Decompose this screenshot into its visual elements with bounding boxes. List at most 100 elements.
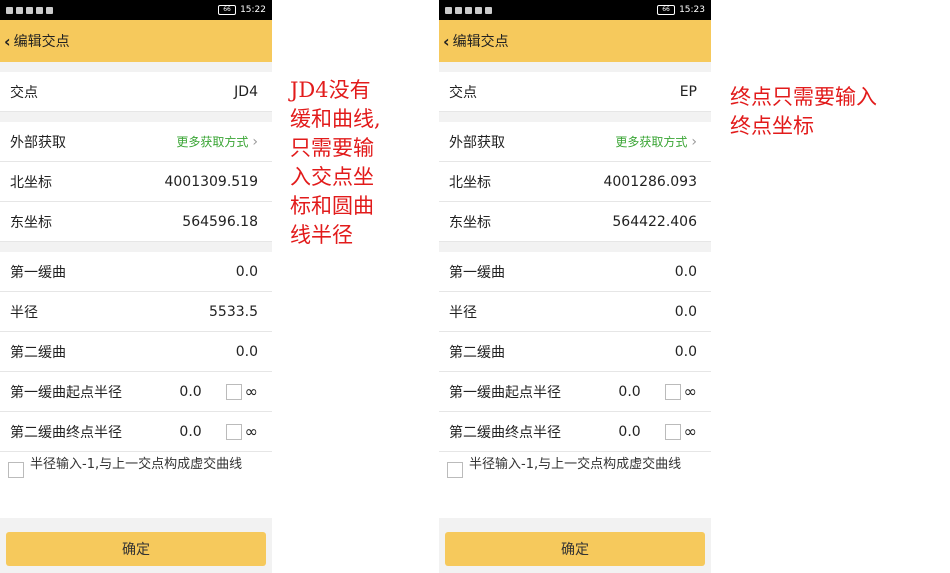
status-bar: 66 15:22 (0, 0, 272, 20)
status-icons-left (445, 6, 492, 14)
radius-value[interactable]: 5533.5 (209, 304, 258, 320)
annotation-line: JD4没有 (290, 78, 371, 102)
spiral1-label: 第一缓曲 (449, 264, 505, 281)
phone-screen-1: 66 15:22 ‹ 编辑交点 交点 JD4 外部获取 更多获取方式 › 北坐标 … (0, 0, 272, 573)
infinity-checkbox[interactable] (225, 383, 242, 400)
virtual-curve-text: 半径输入-1,与上一交点构成虚交曲线 (469, 457, 682, 472)
more-methods-link[interactable]: 更多获取方式 (176, 133, 248, 150)
north-row[interactable]: 北坐标 4001309.519 (0, 162, 272, 202)
annotation-line: 终点坐标 (730, 114, 814, 138)
spiral2-end-radius-row[interactable]: 第二缓曲终点半径 0.0 ∞ (0, 412, 272, 452)
spiral1-value[interactable]: 0.0 (675, 264, 697, 280)
status-time: 15:22 (240, 5, 266, 15)
chevron-right-icon[interactable]: › (252, 134, 258, 150)
spiral1-label: 第一缓曲 (10, 264, 66, 281)
annotation-left: JD4没有 缓和曲线, 只需要输 入交点坐 标和圆曲 线半径 (290, 76, 381, 250)
battery-icon: 66 (218, 5, 237, 15)
external-label: 外部获取 (449, 134, 505, 151)
north-value[interactable]: 4001309.519 (164, 174, 258, 190)
confirm-button[interactable]: 确定 (445, 532, 705, 566)
radius-row[interactable]: 半径 0.0 (439, 292, 711, 332)
more-methods-link[interactable]: 更多获取方式 (615, 133, 687, 150)
point-row[interactable]: 交点 JD4 (0, 72, 272, 112)
point-row[interactable]: 交点 EP (439, 72, 711, 112)
virtual-curve-checkbox[interactable] (8, 462, 24, 478)
infinity-symbol: ∞ (244, 382, 258, 401)
annotation-line: 入交点坐 (290, 165, 374, 189)
external-row[interactable]: 外部获取 更多获取方式 › (0, 122, 272, 162)
spiral1-row[interactable]: 第一缓曲 0.0 (439, 252, 711, 292)
page-title: 编辑交点 (13, 34, 70, 50)
annotation-line: 缓和曲线, (290, 107, 381, 131)
annotation-right: 终点只需要输入 终点坐标 (730, 83, 877, 141)
radius-label: 半径 (10, 304, 38, 321)
spiral2-row[interactable]: 第二缓曲 0.0 (439, 332, 711, 372)
point-label: 交点 (10, 84, 38, 101)
east-row[interactable]: 东坐标 564422.406 (439, 202, 711, 242)
spiral1-row[interactable]: 第一缓曲 0.0 (0, 252, 272, 292)
infinity-symbol: ∞ (244, 422, 258, 441)
north-value[interactable]: 4001286.093 (603, 174, 697, 190)
spiral2-end-value[interactable]: 0.0 (618, 424, 640, 440)
spiral1-value[interactable]: 0.0 (236, 264, 258, 280)
spiral1-start-radius-row[interactable]: 第一缓曲起点半径 0.0 ∞ (439, 372, 711, 412)
annotation-line: 线半径 (290, 223, 353, 247)
status-time: 15:23 (679, 5, 705, 15)
annotation-line: 终点只需要输入 (730, 85, 877, 109)
app-header: ‹ 编辑交点 (439, 20, 711, 62)
north-row[interactable]: 北坐标 4001286.093 (439, 162, 711, 202)
back-arrow-icon[interactable]: ‹ (4, 32, 11, 51)
spiral2-end-value[interactable]: 0.0 (179, 424, 201, 440)
virtual-curve-option[interactable]: 半径输入-1,与上一交点构成虚交曲线 (439, 452, 711, 518)
spiral2-end-radius-row[interactable]: 第二缓曲终点半径 0.0 ∞ (439, 412, 711, 452)
point-label: 交点 (449, 84, 477, 101)
status-icons-left (6, 6, 53, 14)
radius-label: 半径 (449, 304, 477, 321)
back-arrow-icon[interactable]: ‹ (443, 32, 450, 51)
spiral2-value[interactable]: 0.0 (675, 344, 697, 360)
east-row[interactable]: 东坐标 564596.18 (0, 202, 272, 242)
point-value[interactable]: JD4 (234, 84, 258, 100)
spiral1-start-label: 第一缓曲起点半径 (449, 384, 561, 401)
battery-icon: 66 (657, 5, 676, 15)
east-value[interactable]: 564596.18 (182, 214, 258, 230)
north-label: 北坐标 (10, 174, 52, 191)
infinity-checkbox[interactable] (225, 423, 242, 440)
status-icons-right: 66 15:23 (657, 5, 705, 15)
spiral2-label: 第二缓曲 (10, 344, 66, 361)
spiral1-start-label: 第一缓曲起点半径 (10, 384, 122, 401)
infinity-checkbox[interactable] (664, 423, 681, 440)
confirm-button[interactable]: 确定 (6, 532, 266, 566)
infinity-symbol: ∞ (683, 382, 697, 401)
virtual-curve-text: 半径输入-1,与上一交点构成虚交曲线 (30, 457, 243, 472)
spiral2-label: 第二缓曲 (449, 344, 505, 361)
virtual-curve-checkbox[interactable] (447, 462, 463, 478)
virtual-curve-option[interactable]: 半径输入-1,与上一交点构成虚交曲线 (0, 452, 272, 518)
spiral2-end-label: 第二缓曲终点半径 (10, 424, 122, 441)
infinity-symbol: ∞ (683, 422, 697, 441)
page-title: 编辑交点 (452, 34, 509, 50)
radius-row[interactable]: 半径 5533.5 (0, 292, 272, 332)
east-label: 东坐标 (10, 214, 52, 231)
point-value[interactable]: EP (680, 84, 697, 100)
external-row[interactable]: 外部获取 更多获取方式 › (439, 122, 711, 162)
phone-screen-2: 66 15:23 ‹ 编辑交点 交点 EP 外部获取 更多获取方式 › 北坐标 4… (439, 0, 711, 573)
north-label: 北坐标 (449, 174, 491, 191)
status-bar: 66 15:23 (439, 0, 711, 20)
spiral1-start-radius-row[interactable]: 第一缓曲起点半径 0.0 ∞ (0, 372, 272, 412)
radius-value[interactable]: 0.0 (675, 304, 697, 320)
chevron-right-icon[interactable]: › (691, 134, 697, 150)
spiral2-row[interactable]: 第二缓曲 0.0 (0, 332, 272, 372)
spiral1-start-value[interactable]: 0.0 (179, 384, 201, 400)
spiral2-end-label: 第二缓曲终点半径 (449, 424, 561, 441)
infinity-checkbox[interactable] (664, 383, 681, 400)
east-value[interactable]: 564422.406 (612, 214, 697, 230)
status-icons-right: 66 15:22 (218, 5, 266, 15)
app-header: ‹ 编辑交点 (0, 20, 272, 62)
annotation-line: 标和圆曲 (290, 194, 374, 218)
spiral1-start-value[interactable]: 0.0 (618, 384, 640, 400)
annotation-line: 只需要输 (290, 136, 374, 160)
east-label: 东坐标 (449, 214, 491, 231)
external-label: 外部获取 (10, 134, 66, 151)
spiral2-value[interactable]: 0.0 (236, 344, 258, 360)
